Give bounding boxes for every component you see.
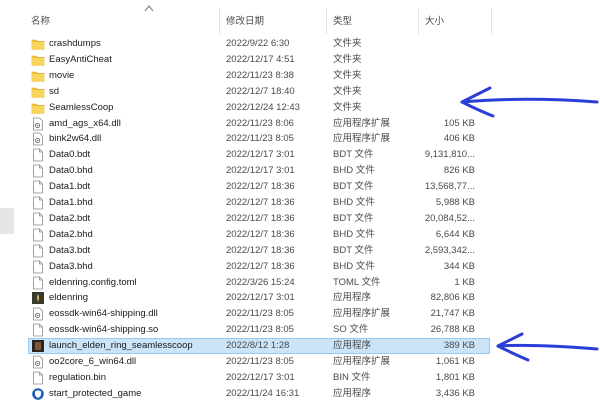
annotation-layer — [460, 86, 599, 362]
hand-drawn-arrow-annotation — [496, 332, 599, 362]
hand-drawn-arrow-annotation — [460, 86, 599, 118]
